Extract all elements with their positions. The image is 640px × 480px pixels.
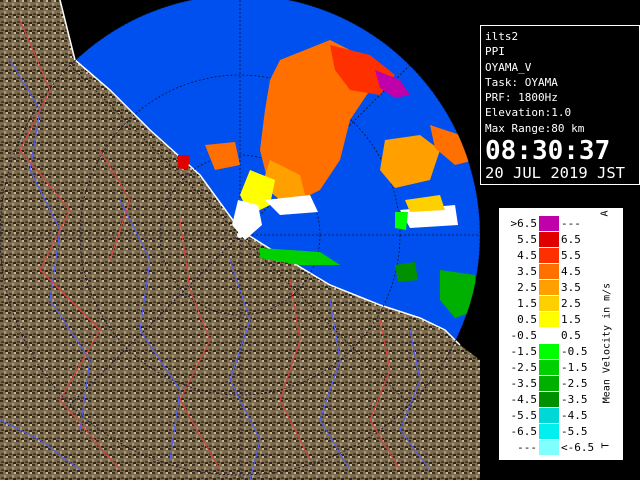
echo-green-se xyxy=(395,212,408,230)
product-type: PPI xyxy=(485,45,505,59)
legend-low-value: 4.5 xyxy=(517,249,537,262)
legend-color-swatch xyxy=(539,360,559,375)
task-name: Task: OYAMA xyxy=(485,75,558,89)
info-panel: ilts2 PPI OYAMA_V Task: OYAMA PRF: 1800H… xyxy=(480,25,640,185)
legend-low-value: -3.5 xyxy=(510,377,538,390)
legend-low-value: 2.5 xyxy=(517,281,537,294)
legend-low-value: 3.5 xyxy=(517,265,537,278)
radar-name: OYAMA_V xyxy=(485,60,532,74)
legend-color-swatch xyxy=(539,376,559,391)
legend-bottom-mark: T xyxy=(600,442,612,449)
legend-low-value: -1.5 xyxy=(510,345,538,358)
legend-high-value: 3.5 xyxy=(561,281,581,294)
legend-color-swatch xyxy=(539,392,559,407)
legend-color-swatch xyxy=(539,328,559,343)
scan-time: 08:30:37 xyxy=(485,136,611,167)
legend-low-value: >6.5 xyxy=(510,217,538,230)
radar-map[interactable] xyxy=(0,0,480,480)
scan-date: 20 JUL 2019 JST xyxy=(485,164,625,183)
legend-low-value: -4.5 xyxy=(510,393,538,406)
legend-low-value: --- xyxy=(517,441,537,454)
legend-low-value: -5.5 xyxy=(510,409,538,422)
legend-high-value: -4.5 xyxy=(561,409,588,422)
velocity-legend: >6.5 --- 5.5 6.5 4.5 5.5 3.5 4.5 2.5 3.5 1.5 2.5 0.5… xyxy=(499,208,623,460)
legend-color-swatch xyxy=(539,312,559,327)
legend-high-value: 0.5 xyxy=(561,329,581,342)
legend-low-value: 5.5 xyxy=(517,233,537,246)
legend-high-value: <-6.5 xyxy=(561,441,595,454)
legend-color-swatch xyxy=(539,232,559,247)
legend-high-value: -3.5 xyxy=(561,393,588,406)
legend-high-value: -1.5 xyxy=(561,361,588,374)
legend-color-swatch xyxy=(539,296,559,311)
legend-high-value: -0.5 xyxy=(561,345,588,358)
legend-color-swatch xyxy=(539,440,559,455)
legend-high-value: 6.5 xyxy=(561,233,581,246)
echo-red-west xyxy=(178,155,190,170)
radar-site-marker xyxy=(237,232,243,238)
max-range-value: Max Range:80 km xyxy=(485,121,585,135)
site-name: ilts2 xyxy=(485,30,519,43)
legend-low-value: -6.5 xyxy=(510,425,538,438)
legend-color-swatch xyxy=(539,344,559,359)
legend-high-value: 1.5 xyxy=(561,313,581,326)
legend-high-value: -2.5 xyxy=(561,377,588,390)
legend-color-swatch xyxy=(539,264,559,279)
legend-title: Mean Velocity in m/s xyxy=(601,282,613,404)
legend-low-value: -0.5 xyxy=(510,329,538,342)
legend-high-value: 4.5 xyxy=(561,265,581,278)
legend-low-value: 0.5 xyxy=(517,313,537,326)
legend-high-value: --- xyxy=(561,217,581,230)
legend-high-value: 2.5 xyxy=(561,297,581,310)
legend-color-swatch xyxy=(539,248,559,263)
legend-top-mark: A xyxy=(599,210,611,217)
legend-color-swatch xyxy=(539,280,559,295)
elevation-value: Elevation:1.0 xyxy=(485,106,572,120)
legend-high-value: -5.5 xyxy=(561,425,588,438)
prf-value: PRF: 1800Hz xyxy=(485,91,558,105)
legend-low-value: 1.5 xyxy=(517,297,537,310)
legend-title-box: Mean Velocity in m/s xyxy=(599,228,615,458)
legend-color-swatch xyxy=(539,408,559,423)
echo-green-patch xyxy=(395,262,418,282)
legend-high-value: 5.5 xyxy=(561,249,581,262)
legend-color-swatch xyxy=(539,216,559,231)
legend-low-value: -2.5 xyxy=(510,361,538,374)
legend-color-swatch xyxy=(539,424,559,439)
